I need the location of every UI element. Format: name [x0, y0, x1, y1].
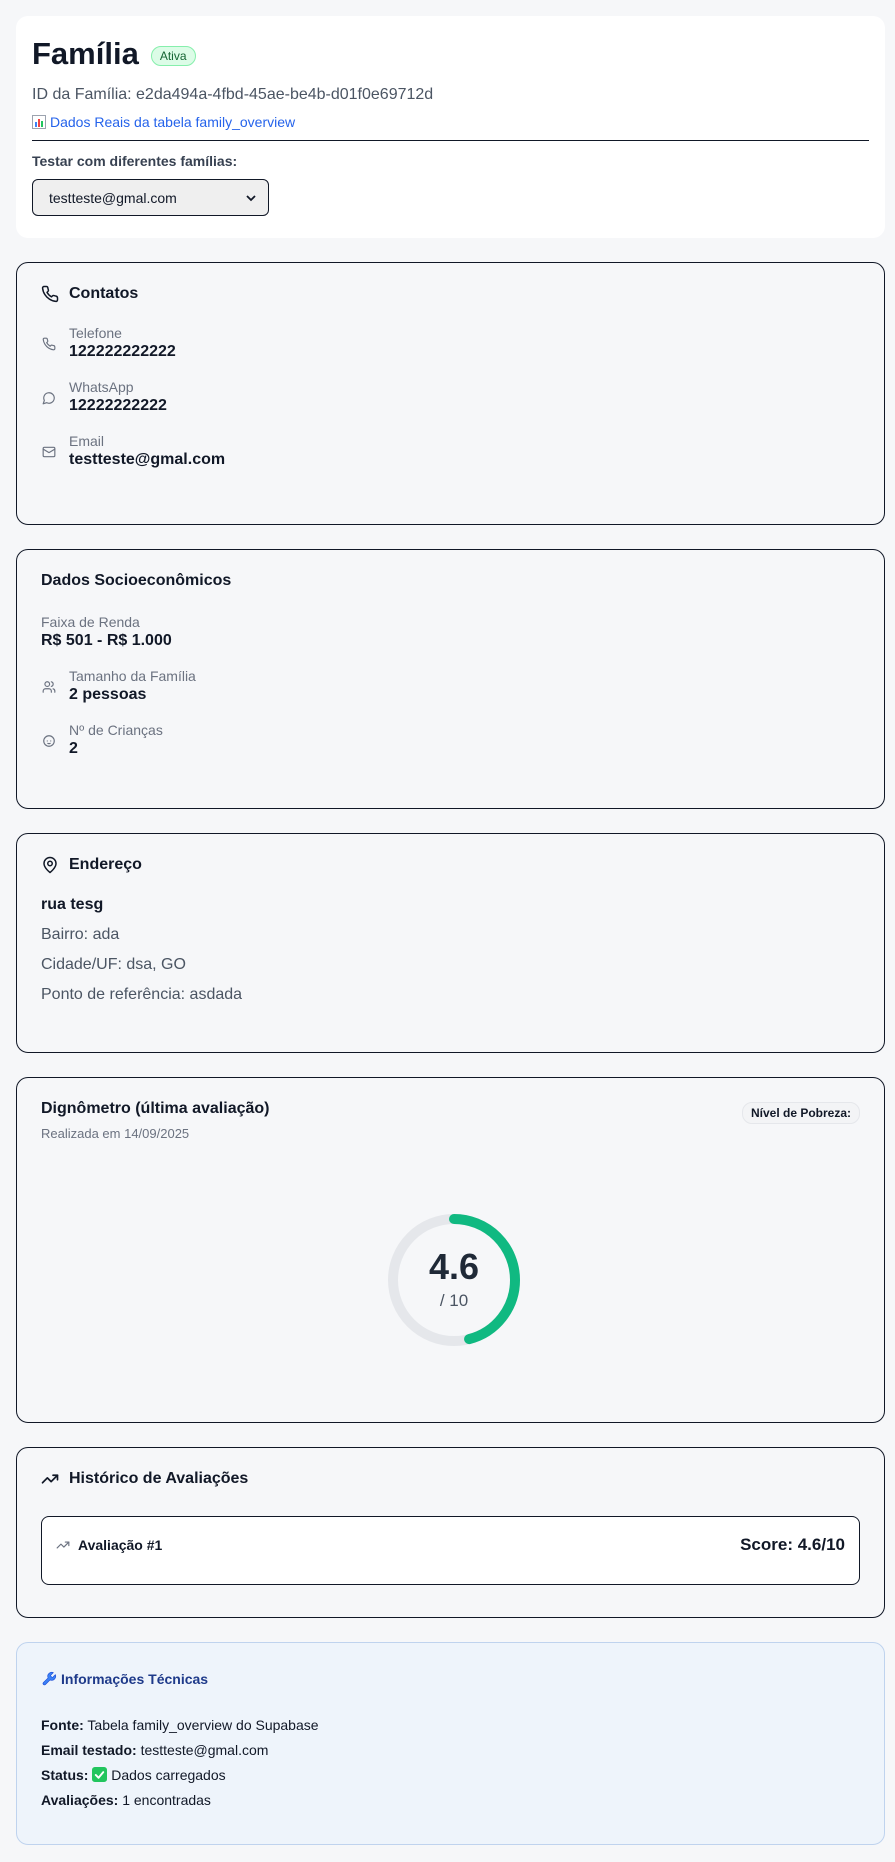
socio-title: Dados Socioeconômicos [41, 572, 232, 589]
address-street: rua tesg [41, 896, 104, 913]
dignometer-card: Dignômetro (última avaliação) Realizada … [16, 1077, 885, 1423]
status-badge: Ativa [150, 46, 196, 66]
tech-status: Status: Dados carregados [41, 1767, 860, 1783]
trending-up-icon [56, 1538, 70, 1552]
history-card: Histórico de Avaliações Avaliação #1 Sco… [16, 1447, 885, 1618]
socioeconomic-card: Dados Socioeconômicos Faixa de Renda R$ … [16, 549, 885, 809]
history-title: Histórico de Avaliações [41, 1470, 860, 1488]
map-pin-icon [41, 856, 59, 874]
whatsapp-value: 12222222222 [69, 397, 167, 414]
phone-label: Telefone [69, 325, 122, 341]
tech-source: Fonte: Tabela family_overview do Supabas… [41, 1717, 860, 1733]
source-link-label: Dados Reais da tabela family_overview [50, 114, 296, 130]
tech-status-value: Dados carregados [111, 1767, 226, 1783]
divider [32, 140, 869, 141]
trending-up-icon [41, 1470, 59, 1488]
tech-info-title: Informações Técnicas [41, 1671, 860, 1687]
family-size-label: Tamanho da Família [69, 668, 196, 684]
score-gauge: 4.6 / 10 [384, 1210, 524, 1350]
wrench-icon [41, 1671, 57, 1687]
history-item-label: Avaliação #1 [78, 1537, 163, 1553]
mail-icon [41, 445, 57, 459]
contacts-card: Contatos Telefone 122222222222 WhatsApp … [16, 262, 885, 525]
address-city: Cidade/UF: dsa, GO [41, 956, 186, 973]
phone-value: 122222222222 [69, 343, 176, 360]
message-circle-icon [41, 391, 57, 405]
whatsapp-label: WhatsApp [69, 379, 134, 395]
dignometer-title: Dignômetro (última avaliação) [41, 1100, 270, 1117]
family-select[interactable]: testteste@gmal.com [32, 179, 269, 216]
tech-email: Email testado: testteste@gmal.com [41, 1742, 860, 1758]
contact-phone-row: Telefone 122222222222 [41, 325, 860, 361]
page-title: Família [32, 36, 139, 71]
tech-info-card: Informações Técnicas Fonte: Tabela famil… [16, 1642, 885, 1845]
users-icon [41, 680, 57, 694]
source-link[interactable]: Dados Reais da tabela family_overview [32, 114, 869, 130]
income-label: Faixa de Renda [41, 614, 140, 630]
score-value: 4.6 [428, 1246, 480, 1287]
contact-whatsapp-row: WhatsApp 12222222222 [41, 379, 860, 415]
address-card: Endereço rua tesg Bairro: ada Cidade/UF:… [16, 833, 885, 1053]
check-icon [92, 1767, 108, 1782]
history-title-text: Histórico de Avaliações [69, 1470, 249, 1487]
income-value: R$ 501 - R$ 1.000 [41, 632, 172, 649]
contacts-title: Contatos [41, 285, 860, 303]
children-value: 2 [69, 740, 78, 757]
address-reference: Ponto de referência: asdada [41, 986, 243, 1003]
phone-icon [41, 337, 57, 351]
chevron-down-icon [246, 193, 256, 203]
tech-email-key: Email testado: [41, 1742, 137, 1758]
history-item[interactable]: Avaliação #1 Score: 4.6/10 [41, 1516, 860, 1585]
baby-icon [41, 734, 57, 748]
tech-info-title-text: Informações Técnicas [61, 1671, 209, 1687]
tech-evaluations: Avaliações: 1 encontradas [41, 1792, 860, 1808]
tech-status-key: Status: [41, 1767, 89, 1783]
phone-icon [41, 285, 59, 303]
score-denominator: / 10 [439, 1291, 469, 1310]
contact-email-row: Email testteste@gmal.com [41, 433, 860, 469]
address-neighborhood: Bairro: ada [41, 926, 120, 943]
family-select-value: testteste@gmal.com [49, 189, 177, 206]
family-size-value: 2 pessoas [69, 686, 147, 703]
children-row: Nº de Crianças 2 [41, 722, 860, 758]
tech-source-value: Tabela family_overview do Supabase [87, 1717, 319, 1733]
bar-chart-icon [32, 115, 46, 129]
family-id: ID da Família: e2da494a-4fbd-45ae-be4b-d… [32, 86, 434, 103]
family-header-card: Família Ativa ID da Família: e2da494a-4f… [16, 16, 885, 238]
tech-email-value: testteste@gmal.com [140, 1742, 269, 1758]
dignometer-date: Realizada em 14/09/2025 [41, 1126, 190, 1141]
tech-source-key: Fonte: [41, 1717, 84, 1733]
income-block: Faixa de Renda R$ 501 - R$ 1.000 [41, 614, 860, 650]
tech-evals-key: Avaliações: [41, 1792, 119, 1808]
children-label: Nº de Crianças [69, 722, 163, 738]
test-families-label: Testar com diferentes famílias: [32, 153, 238, 169]
contacts-title-text: Contatos [69, 285, 139, 302]
family-size-row: Tamanho da Família 2 pessoas [41, 668, 860, 704]
tech-evals-value: 1 encontradas [122, 1792, 211, 1808]
address-title-text: Endereço [69, 856, 142, 873]
email-value: testteste@gmal.com [69, 451, 226, 468]
email-label: Email [69, 433, 105, 449]
history-item-score: Score: 4.6/10 [740, 1535, 845, 1554]
poverty-level-badge: Nível de Pobreza: [741, 1102, 860, 1124]
address-title: Endereço [41, 856, 860, 874]
